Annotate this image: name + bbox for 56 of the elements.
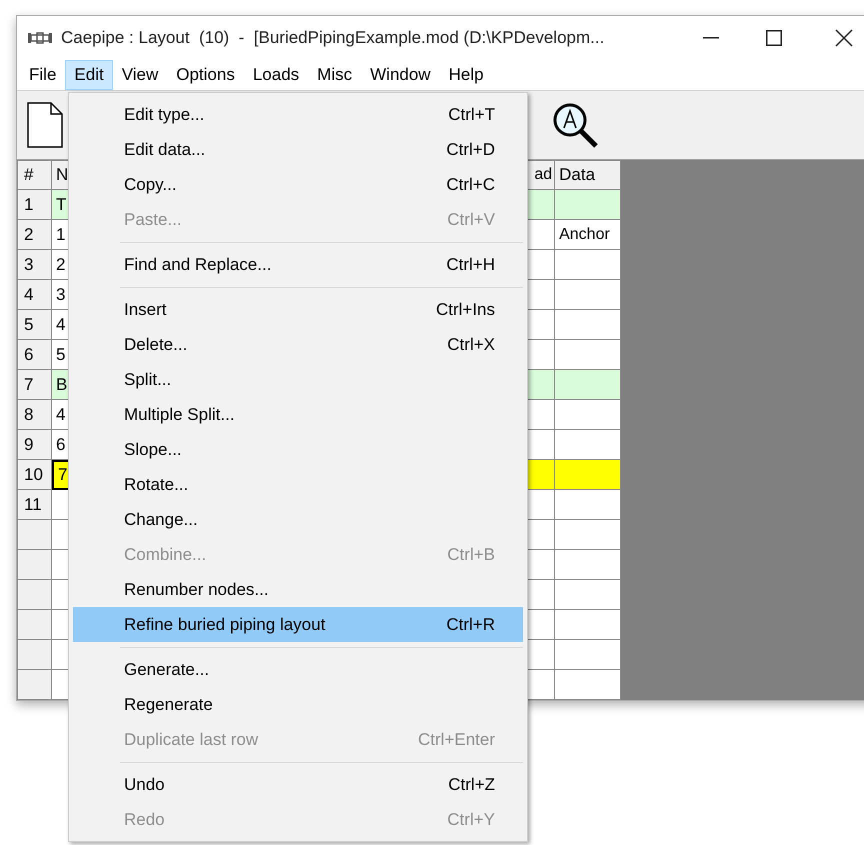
table-cell: Anchor <box>555 220 621 250</box>
menu-item[interactable]: Find and Replace... Ctrl+H <box>73 247 523 282</box>
row-number: 1 <box>18 190 52 220</box>
close-icon[interactable] <box>835 28 853 47</box>
menu-item[interactable]: Edit data... Ctrl+D <box>73 132 523 167</box>
table-cell <box>555 280 621 310</box>
table-cell <box>555 370 621 400</box>
minimize-icon[interactable] <box>703 36 719 39</box>
menu-item[interactable]: Change... <box>73 502 523 537</box>
window-title: Caepipe : Layout (10) - [BuriedPipingExample.mod (D:\KPDevelopm... <box>61 27 604 50</box>
row-number: 9 <box>18 430 52 460</box>
menu-bar-item[interactable]: View <box>112 60 168 90</box>
menu-bar-item[interactable]: Options <box>167 60 244 90</box>
row-number: 11 <box>18 490 52 520</box>
table-cell <box>555 610 621 640</box>
app-icon <box>27 30 53 45</box>
table-cell <box>555 310 621 340</box>
menu-item[interactable]: Multiple Split... <box>73 397 523 432</box>
menu-item[interactable]: Refine buried piping layout Ctrl+R <box>73 607 523 642</box>
menu-bar-item[interactable]: Edit <box>65 60 113 90</box>
menu-item[interactable]: Undo Ctrl+Z <box>73 767 523 802</box>
table-cell <box>555 400 621 430</box>
row-number: 2 <box>18 220 52 250</box>
menu-item[interactable]: Copy... Ctrl+C <box>73 167 523 202</box>
menu-item[interactable]: Rotate... <box>73 467 523 502</box>
menu-bar-item[interactable]: Loads <box>244 60 308 90</box>
menu-bar-item[interactable]: Misc <box>308 60 362 90</box>
table-cell <box>555 640 621 670</box>
maximize-icon[interactable] <box>766 30 782 46</box>
menu-bar-item[interactable]: File <box>20 60 66 90</box>
row-number: 5 <box>18 310 52 340</box>
table-cell <box>555 550 621 580</box>
table-cell <box>555 580 621 610</box>
magnifier-icon[interactable] <box>551 101 599 150</box>
row-number: 7 <box>18 370 52 400</box>
row-number: 6 <box>18 340 52 370</box>
menu-item[interactable]: Delete... Ctrl+X <box>73 327 523 362</box>
row-number: 10 <box>18 460 52 490</box>
table-cell <box>555 460 621 490</box>
row-number: 4 <box>18 280 52 310</box>
row-number: 8 <box>18 400 52 430</box>
table-cell <box>555 340 621 370</box>
menu-item[interactable]: Regenerate <box>73 687 523 722</box>
menu-bar-item[interactable]: Help <box>440 60 493 90</box>
menu-item[interactable]: Split... <box>73 362 523 397</box>
table-cell <box>555 430 621 460</box>
menu-bar-item[interactable]: Window <box>361 60 440 90</box>
menu-item[interactable]: Insert Ctrl+Ins <box>73 292 523 327</box>
table-cell <box>555 520 621 550</box>
menu-item[interactable]: Slope... <box>73 432 523 467</box>
row-number: 3 <box>18 250 52 280</box>
new-document-icon[interactable] <box>27 102 63 148</box>
menu-item[interactable]: Edit type... Ctrl+T <box>73 97 523 132</box>
menu-item[interactable]: Generate... <box>73 652 523 687</box>
table-cell <box>555 250 621 280</box>
menu-item[interactable]: Renumber nodes... <box>73 572 523 607</box>
